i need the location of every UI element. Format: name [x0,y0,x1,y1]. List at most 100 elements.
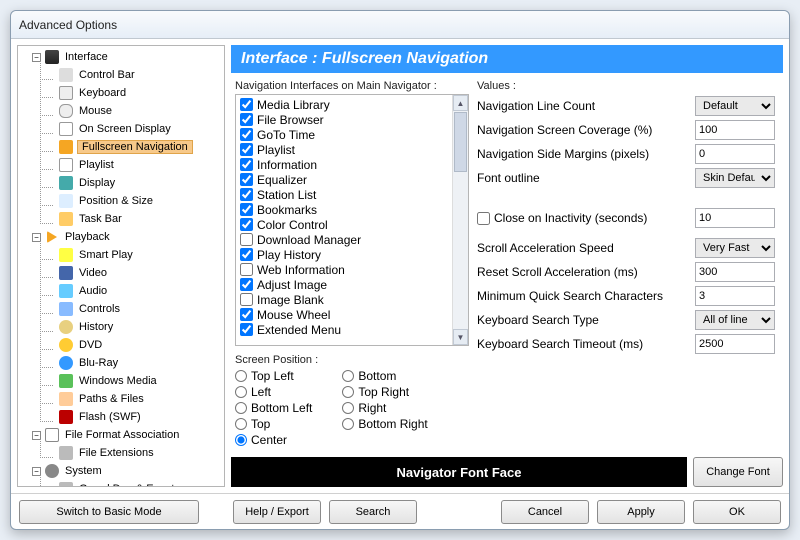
radio-bottom-left[interactable]: Bottom Left [235,400,312,416]
radio-bottom[interactable]: Bottom [342,368,427,384]
nav-item-checkbox[interactable] [240,113,253,126]
tree-label: Paths & Files [77,393,146,405]
tree-item-flash-swf-[interactable]: Flash (SWF) [18,408,224,426]
nav-item-adjust-image[interactable]: Adjust Image [238,277,466,292]
screen-position-radio[interactable] [235,370,247,382]
switch-basic-button[interactable]: Switch to Basic Mode [19,500,199,524]
nav-item-station-list[interactable]: Station List [238,187,466,202]
tree-icon [58,103,74,119]
nav-item-media-library[interactable]: Media Library [238,97,466,112]
value-label: Minimum Quick Search Characters [477,289,695,303]
screen-position-radio[interactable] [342,386,354,398]
tree-icon [58,337,74,353]
scroll-up-icon[interactable]: ▲ [453,95,468,111]
value-select[interactable]: Skin Default [695,168,775,188]
screen-position-radio[interactable] [342,402,354,414]
nav-item-checkbox[interactable] [240,173,253,186]
nav-item-web-information[interactable]: Web Information [238,262,466,277]
nav-item-playlist[interactable]: Playlist [238,142,466,157]
nav-item-checkbox[interactable] [240,308,253,321]
nav-item-file-browser[interactable]: File Browser [238,112,466,127]
value-input[interactable] [695,262,775,282]
nav-item-play-history[interactable]: Play History [238,247,466,262]
tree-label: Mouse [77,105,114,117]
options-tree[interactable]: −InterfaceControl BarKeyboardMouseOn Scr… [17,45,225,487]
tree-icon [58,157,74,173]
ok-button[interactable]: OK [693,500,781,524]
nav-item-checkbox[interactable] [240,218,253,231]
scrollbar[interactable]: ▲ ▼ [452,95,468,345]
nav-item-label: Media Library [257,98,330,112]
nav-item-goto-time[interactable]: GoTo Time [238,127,466,142]
nav-item-checkbox[interactable] [240,263,253,276]
nav-item-checkbox[interactable] [240,248,253,261]
tree-label: Task Bar [77,213,124,225]
value-input[interactable] [695,286,775,306]
radio-top[interactable]: Top [235,416,312,432]
value-select[interactable]: Very Fast [695,238,775,258]
nav-item-checkbox[interactable] [240,128,253,141]
tree-item-guard-dog-events[interactable]: Guard Dog & Events [18,480,224,486]
screen-position-radio[interactable] [235,418,247,430]
nav-item-extended-menu[interactable]: Extended Menu [238,322,466,337]
nav-item-bookmarks[interactable]: Bookmarks [238,202,466,217]
tree-item-task-bar[interactable]: Task Bar [18,210,224,228]
radio-right[interactable]: Right [342,400,427,416]
tree-icon [58,247,74,263]
nav-item-image-blank[interactable]: Image Blank [238,292,466,307]
screen-position-radio[interactable] [235,386,247,398]
radio-top-left[interactable]: Top Left [235,368,312,384]
close-inactivity-input[interactable] [695,208,775,228]
titlebar[interactable]: Advanced Options [11,11,789,39]
nav-item-download-manager[interactable]: Download Manager [238,232,466,247]
footer: Switch to Basic Mode Help / Export Searc… [11,493,789,529]
value-select[interactable]: All of line [695,310,775,330]
apply-button[interactable]: Apply [597,500,685,524]
nav-item-checkbox[interactable] [240,233,253,246]
tree-label: File Format Association [63,429,181,441]
nav-item-checkbox[interactable] [240,188,253,201]
nav-interfaces-list[interactable]: Media LibraryFile BrowserGoTo TimePlayli… [235,94,469,346]
nav-item-checkbox[interactable] [240,293,253,306]
nav-item-checkbox[interactable] [240,98,253,111]
nav-item-mouse-wheel[interactable]: Mouse Wheel [238,307,466,322]
screen-position-radio[interactable] [342,418,354,430]
nav-item-color-control[interactable]: Color Control [238,217,466,232]
radio-label: Center [251,433,287,447]
nav-item-equalizer[interactable]: Equalizer [238,172,466,187]
screen-position-radio[interactable] [235,402,247,414]
radio-center[interactable]: Center [235,432,312,448]
radio-top-right[interactable]: Top Right [342,384,427,400]
screen-position-radio[interactable] [342,370,354,382]
tree-item-file-extensions[interactable]: File Extensions [18,444,224,462]
change-font-button[interactable]: Change Font [693,457,783,487]
value-label: Navigation Line Count [477,99,695,113]
tree-icon [58,193,74,209]
nav-item-checkbox[interactable] [240,278,253,291]
scroll-thumb[interactable] [454,112,467,172]
scroll-down-icon[interactable]: ▼ [453,329,468,345]
nav-item-checkbox[interactable] [240,143,253,156]
close-inactivity-checkbox[interactable] [477,212,490,225]
tree-icon [58,391,74,407]
value-input[interactable] [695,334,775,354]
search-button[interactable]: Search [329,500,417,524]
nav-item-checkbox[interactable] [240,158,253,171]
tree-label: Controls [77,303,122,315]
value-label: Navigation Side Margins (pixels) [477,147,695,161]
help-export-button[interactable]: Help / Export [233,500,321,524]
tree-label: DVD [77,339,104,351]
nav-item-checkbox[interactable] [240,323,253,336]
radio-left[interactable]: Left [235,384,312,400]
tree-icon [58,139,74,155]
tree-icon [58,373,74,389]
nav-item-checkbox[interactable] [240,203,253,216]
screen-position-radio[interactable] [235,434,247,446]
nav-item-information[interactable]: Information [238,157,466,172]
value-input[interactable] [695,144,775,164]
nav-item-label: Web Information [257,263,345,277]
radio-bottom-right[interactable]: Bottom Right [342,416,427,432]
cancel-button[interactable]: Cancel [501,500,589,524]
value-select[interactable]: Default [695,96,775,116]
value-input[interactable] [695,120,775,140]
